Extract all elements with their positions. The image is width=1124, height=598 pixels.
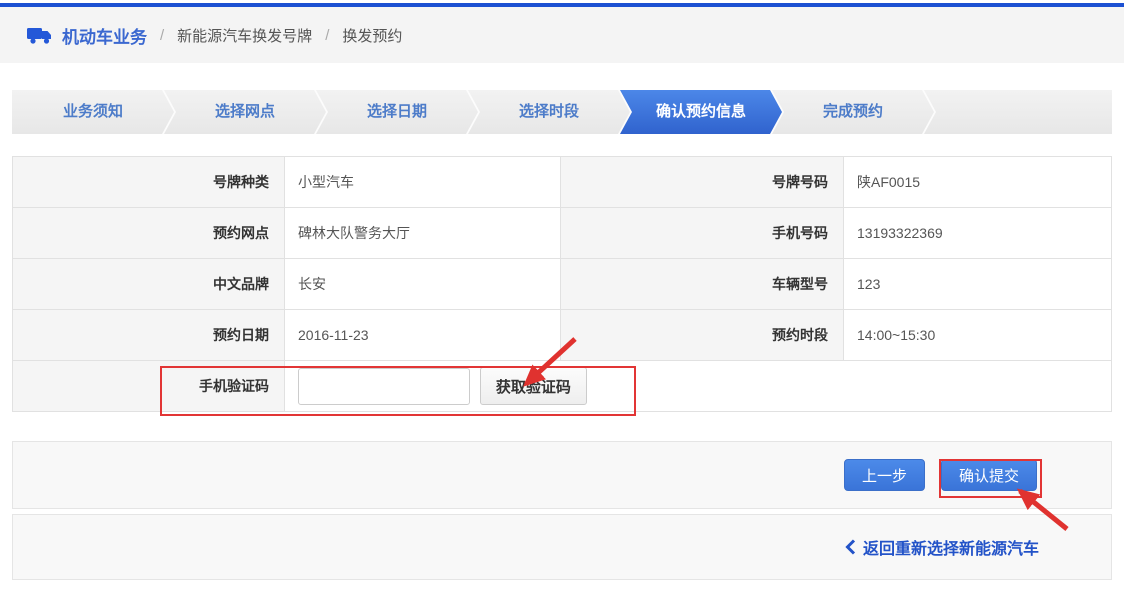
breadcrumb-separator: / xyxy=(325,27,329,44)
step-finish: 完成预约 xyxy=(772,90,934,134)
field-label-phone: 手机号码 xyxy=(561,208,844,259)
field-label-model: 车辆型号 xyxy=(561,259,844,310)
field-value-date: 2016-11-23 xyxy=(285,310,561,361)
step-select-date: 选择日期 xyxy=(316,90,478,134)
field-value-site: 碑林大队警务大厅 xyxy=(285,208,561,259)
footer-bar: 返回重新选择新能源汽车 xyxy=(12,514,1112,580)
field-value-plate-number: 陕AF0015 xyxy=(844,157,1112,208)
confirm-submit-button[interactable]: 确认提交 xyxy=(941,459,1037,491)
table-row: 号牌种类 小型汽车 号牌号码 陕AF0015 xyxy=(13,157,1112,208)
table-row-captcha: 手机验证码 获取验证码 xyxy=(13,361,1112,412)
field-value-plate-type: 小型汽车 xyxy=(285,157,561,208)
page: 机动车业务 / 新能源汽车换发号牌 / 换发预约 业务须知 选择网点 选择日期 … xyxy=(0,0,1124,598)
field-label-captcha: 手机验证码 xyxy=(13,361,285,412)
field-label-site: 预约网点 xyxy=(13,208,285,259)
reservation-info-table: 号牌种类 小型汽车 号牌号码 陕AF0015 预约网点 碑林大队警务大厅 手机号… xyxy=(12,156,1112,412)
table-row: 中文品牌 长安 车辆型号 123 xyxy=(13,259,1112,310)
previous-step-button[interactable]: 上一步 xyxy=(844,459,925,491)
breadcrumb-separator: / xyxy=(160,27,164,44)
back-link-label: 返回重新选择新能源汽车 xyxy=(863,535,1039,559)
breadcrumb-root[interactable]: 机动车业务 xyxy=(62,23,147,48)
breadcrumb-item-current: 换发预约 xyxy=(342,25,402,46)
truck-icon xyxy=(27,25,53,45)
back-to-vehicle-select-link[interactable]: 返回重新选择新能源汽车 xyxy=(845,535,1039,559)
field-label-plate-number: 号牌号码 xyxy=(561,157,844,208)
step-notice: 业务须知 xyxy=(12,90,174,134)
table-row: 预约网点 碑林大队警务大厅 手机号码 13193322369 xyxy=(13,208,1112,259)
breadcrumb: 机动车业务 / 新能源汽车换发号牌 / 换发预约 xyxy=(0,7,1124,63)
action-bar: 上一步 确认提交 xyxy=(12,441,1112,509)
step-confirm-info-active: 确认预约信息 xyxy=(620,90,782,134)
field-value-phone: 13193322369 xyxy=(844,208,1112,259)
field-label-date: 预约日期 xyxy=(13,310,285,361)
step-select-site: 选择网点 xyxy=(164,90,326,134)
field-label-brand: 中文品牌 xyxy=(13,259,285,310)
breadcrumb-item-service[interactable]: 新能源汽车换发号牌 xyxy=(177,25,312,46)
step-bar-filler xyxy=(924,90,1112,134)
progress-steps: 业务须知 选择网点 选择日期 选择时段 确认预约信息 完成预约 xyxy=(12,90,1112,134)
chevron-left-icon xyxy=(845,539,856,555)
captcha-input[interactable] xyxy=(298,368,470,405)
field-value-brand: 长安 xyxy=(285,259,561,310)
table-row: 预约日期 2016-11-23 预约时段 14:00~15:30 xyxy=(13,310,1112,361)
field-label-plate-type: 号牌种类 xyxy=(13,157,285,208)
field-label-timeslot: 预约时段 xyxy=(561,310,844,361)
get-captcha-button[interactable]: 获取验证码 xyxy=(480,367,587,405)
field-value-timeslot: 14:00~15:30 xyxy=(844,310,1112,361)
field-value-model: 123 xyxy=(844,259,1112,310)
step-select-time: 选择时段 xyxy=(468,90,630,134)
